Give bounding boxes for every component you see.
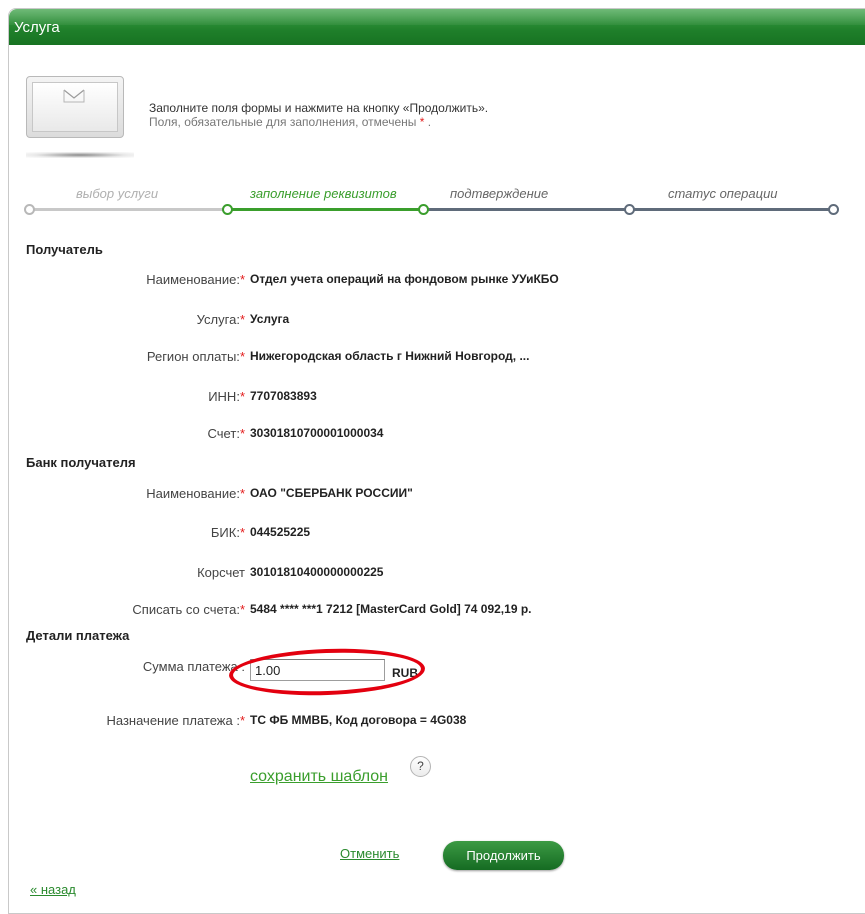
label-text: БИК: <box>210 525 240 540</box>
required-mark: * <box>239 486 245 501</box>
field-label: Наименование:* <box>146 486 245 501</box>
section-payment-details: Детали платежа <box>26 628 130 643</box>
required-mark: * <box>239 602 245 617</box>
required-mark: * <box>239 525 245 540</box>
step-dot-1 <box>222 204 233 215</box>
step-fill-details: заполнение реквизитов <box>250 186 397 201</box>
envelope-icon <box>63 89 85 103</box>
step-dot-3 <box>624 204 635 215</box>
hint-icon-shadow <box>26 152 134 158</box>
label-text: ИНН: <box>208 389 240 404</box>
service-panel: Услуга <box>8 8 865 914</box>
field-label: Списать со счета:* <box>132 602 245 617</box>
label-text: Регион оплаты: <box>146 349 240 364</box>
region-value: Нижегородская область г Нижний Новгород,… <box>250 349 530 363</box>
label-text: Счет: <box>207 426 240 441</box>
required-mark: * <box>419 115 425 129</box>
inn-value: 7707083893 <box>250 389 317 403</box>
bank-name-value: ОАО "СБЕРБАНК РОССИИ" <box>250 486 413 500</box>
hint-line-2-text: Поля, обязательные для заполнения, отмеч… <box>149 115 417 129</box>
account-value: 30301810700001000034 <box>250 426 384 440</box>
hint-line-2: Поля, обязательные для заполнения, отмеч… <box>149 115 488 129</box>
field-corr-account: Корсчет 30101810400000000225 <box>0 565 865 581</box>
panel-titlebar: Услуга <box>9 9 865 45</box>
step-operation-status: статус операции <box>668 186 778 201</box>
field-purpose: Назначение платежа :* ТС ФБ ММВБ, Код до… <box>0 713 865 729</box>
field-bank-name: Наименование:* ОАО "СБЕРБАНК РОССИИ" <box>0 486 865 502</box>
field-amount: Сумма платежа : <box>0 659 865 675</box>
recipient-name-value: Отдел учета операций на фондовом рынке У… <box>250 272 559 286</box>
step-dot-2 <box>418 204 429 215</box>
required-mark: * <box>239 389 245 404</box>
label-text: Назначение платежа : <box>106 713 240 728</box>
label-text: Наименование: <box>146 272 240 287</box>
required-mark: * <box>239 713 245 728</box>
required-mark: * <box>239 426 245 441</box>
field-label: Назначение платежа :* <box>106 713 245 728</box>
step-choose-service: выбор услуги <box>76 186 159 201</box>
hint-line-2-suffix: . <box>427 115 432 129</box>
required-mark: * <box>239 349 245 364</box>
field-region: Регион оплаты:* Нижегородская область г … <box>0 349 865 365</box>
bik-value: 044525225 <box>250 525 311 539</box>
field-account: Счет:* 30301810700001000034 <box>0 426 865 442</box>
save-template-link[interactable]: сохранить шаблон <box>250 768 388 786</box>
field-bik: БИК:* 044525225 <box>0 525 865 541</box>
label-text: Списать со счета: <box>132 602 240 617</box>
field-label: Счет:* <box>208 426 245 441</box>
field-label: Регион оплаты:* <box>147 349 245 364</box>
field-service: Услуга:* Услуга <box>0 312 865 328</box>
purpose-value: ТС ФБ ММВБ, Код договора = 4G038 <box>250 713 467 727</box>
help-icon[interactable]: ? <box>410 756 431 777</box>
label-text: Услуга: <box>196 312 240 327</box>
continue-button[interactable]: Продолжить <box>443 841 564 870</box>
step-line-active <box>228 208 424 211</box>
field-recipient-name: Наименование:* Отдел учета операций на ф… <box>0 272 865 288</box>
debit-account-value: 5484 **** ***1 7212 [MasterCard Gold] 74… <box>250 602 532 616</box>
field-inn: ИНН:* 7707083893 <box>0 389 865 405</box>
section-recipient: Получатель <box>26 242 103 257</box>
label-text: Наименование: <box>146 486 240 501</box>
form-hint: Заполните поля формы и нажмите на кнопку… <box>149 101 488 129</box>
section-bank: Банк получателя <box>26 455 136 470</box>
field-debit-account: Списать со счета:* 5484 **** ***1 7212 [… <box>0 602 865 618</box>
hint-line-1: Заполните поля формы и нажмите на кнопку… <box>149 101 489 115</box>
required-mark: * <box>239 312 245 327</box>
step-dot-start <box>24 204 35 215</box>
step-confirmation: подтверждение <box>450 186 549 201</box>
back-link[interactable]: « назад <box>30 882 76 897</box>
field-label: БИК:* <box>211 525 245 540</box>
cancel-link[interactable]: Отменить <box>340 846 399 861</box>
panel-title: Услуга <box>14 19 60 36</box>
step-line-done <box>30 208 228 211</box>
field-label: Услуга:* <box>197 312 245 327</box>
field-label: ИНН:* <box>208 389 245 404</box>
field-label: Наименование:* <box>146 272 245 287</box>
field-label: Корсчет <box>197 565 245 580</box>
corr-account-value: 30101810400000000225 <box>250 565 384 579</box>
step-dot-end <box>828 204 839 215</box>
service-value: Услуга <box>250 312 290 326</box>
required-mark: * <box>239 272 245 287</box>
progress-steps: выбор услуги заполнение реквизитов подтв… <box>24 186 840 216</box>
form-hint-icon <box>26 76 124 138</box>
